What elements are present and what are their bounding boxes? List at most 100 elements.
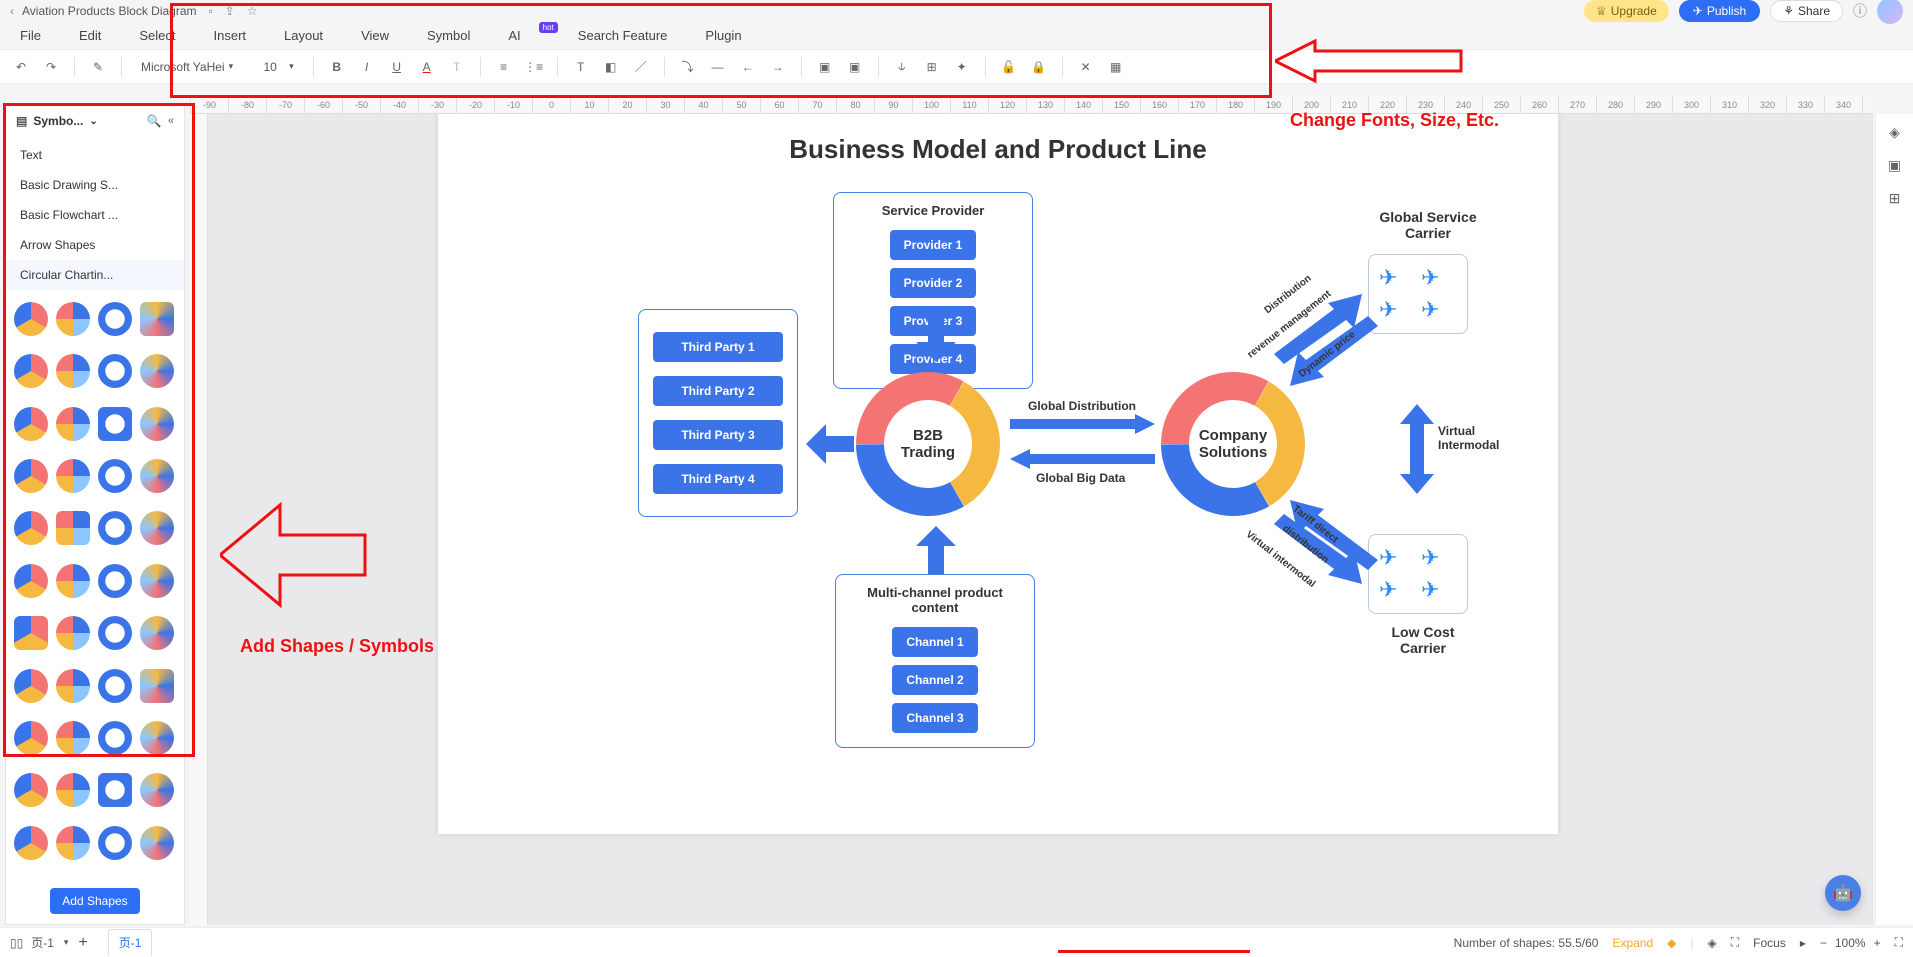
third-party-box[interactable]: Third Party 1 Third Party 2 Third Party … — [638, 309, 798, 517]
shape-thumb[interactable] — [140, 459, 174, 493]
shape-thumb[interactable] — [14, 407, 48, 441]
shape-thumb[interactable] — [98, 669, 132, 703]
multi-channel-box[interactable]: Multi-channel product content Channel 1 … — [835, 574, 1035, 748]
menu-view[interactable]: View — [361, 28, 389, 43]
lock-icon[interactable]: 🔒 — [1028, 56, 1050, 78]
palette-icon[interactable]: ◈ — [1889, 124, 1900, 141]
help-icon[interactable]: ⓘ — [1853, 1, 1867, 21]
shape-thumb[interactable] — [14, 354, 48, 388]
shape-thumb[interactable] — [56, 511, 90, 545]
shape-thumb[interactable] — [140, 407, 174, 441]
export-icon[interactable]: ⇪ — [225, 4, 235, 18]
connector-icon[interactable]: ⤵ — [677, 56, 699, 78]
shape-thumb[interactable] — [98, 826, 132, 860]
upgrade-button[interactable]: ♕Upgrade — [1584, 0, 1669, 22]
shape-thumb[interactable] — [14, 564, 48, 598]
menu-layout[interactable]: Layout — [284, 28, 323, 43]
menu-symbol[interactable]: Symbol — [427, 28, 470, 43]
fullscreen-icon[interactable]: ⛶ — [1895, 935, 1903, 950]
shape-thumb[interactable] — [56, 459, 90, 493]
company-ring[interactable]: Company Solutions — [1158, 369, 1308, 519]
shape-thumb[interactable] — [140, 354, 174, 388]
shape-thumb[interactable] — [140, 564, 174, 598]
grid-icon[interactable]: ⊞ — [1889, 190, 1901, 207]
cat-basic-flowchart[interactable]: Basic Flowchart ... — [6, 200, 184, 230]
effects-icon[interactable]: ✦ — [951, 56, 973, 78]
shape-thumb[interactable] — [98, 721, 132, 755]
font-color-icon[interactable]: A — [416, 56, 438, 78]
add-page-icon[interactable]: + — [78, 934, 87, 952]
clear-format-icon[interactable]: T — [446, 56, 468, 78]
global-carrier-box[interactable]: ✈✈ ✈✈ — [1368, 254, 1468, 334]
provider-chip[interactable]: Provider 1 — [890, 230, 977, 260]
font-select[interactable]: Microsoft YaHei▾ — [134, 57, 240, 77]
cat-text[interactable]: Text — [6, 140, 184, 170]
save-icon[interactable]: ▫ — [209, 4, 213, 18]
distribute-icon[interactable]: ⊞ — [921, 56, 943, 78]
search-icon[interactable]: 🔍 — [147, 114, 162, 128]
align-obj-icon[interactable]: ⫝ — [891, 56, 913, 78]
share-button[interactable]: ⚘Share — [1770, 0, 1843, 22]
menu-search-feature[interactable]: Search Feature — [578, 28, 668, 43]
italic-icon[interactable]: I — [356, 56, 378, 78]
shape-thumb[interactable] — [98, 564, 132, 598]
third-party-chip[interactable]: Third Party 4 — [653, 464, 783, 494]
cat-basic-drawing[interactable]: Basic Drawing S... — [6, 170, 184, 200]
back-icon[interactable]: ‹ — [10, 4, 14, 18]
unlock-icon[interactable]: 🔓 — [998, 56, 1020, 78]
page-tab[interactable]: 页-1 — [108, 929, 153, 956]
text-tool-icon[interactable]: T — [570, 56, 592, 78]
shape-thumb[interactable] — [140, 721, 174, 755]
avatar[interactable] — [1877, 0, 1903, 24]
menu-plugin[interactable]: Plugin — [705, 28, 741, 43]
format-painter-icon[interactable]: ✎ — [87, 56, 109, 78]
shape-thumb[interactable] — [56, 407, 90, 441]
shape-thumb[interactable] — [98, 302, 132, 336]
provider-chip[interactable]: Provider 2 — [890, 268, 977, 298]
library-icon[interactable]: ▤ — [16, 114, 27, 128]
shape-thumb[interactable] — [98, 773, 132, 807]
underline-icon[interactable]: U — [386, 56, 408, 78]
shape-thumb[interactable] — [14, 511, 48, 545]
shape-thumb[interactable] — [56, 669, 90, 703]
shape-thumb[interactable] — [140, 669, 174, 703]
shape-thumb[interactable] — [56, 773, 90, 807]
shape-thumb[interactable] — [14, 773, 48, 807]
collapse-icon[interactable]: « — [168, 115, 174, 127]
play-icon[interactable]: ▸ — [1800, 936, 1806, 950]
shape-thumb[interactable] — [56, 564, 90, 598]
fill-icon[interactable]: ◧ — [600, 56, 622, 78]
shape-thumb[interactable] — [56, 354, 90, 388]
redo-icon[interactable]: ↷ — [40, 56, 62, 78]
pages-icon[interactable]: ▯▯ — [10, 936, 23, 950]
image-icon[interactable]: ▣ — [814, 56, 836, 78]
preview-icon[interactable]: ▦ — [1105, 56, 1127, 78]
shape-thumb[interactable] — [140, 302, 174, 336]
menu-select[interactable]: Select — [139, 28, 175, 43]
shape-thumb[interactable] — [98, 407, 132, 441]
size-select[interactable]: 10▾ — [248, 57, 301, 77]
third-party-chip[interactable]: Third Party 1 — [653, 332, 783, 362]
channel-chip[interactable]: Channel 3 — [892, 703, 977, 733]
star-icon[interactable]: ☆ — [247, 4, 258, 18]
wrench-icon[interactable]: ✕ — [1075, 56, 1097, 78]
align-icon[interactable]: ≡ — [493, 56, 515, 78]
undo-icon[interactable]: ↶ — [10, 56, 32, 78]
publish-button[interactable]: ✈Publish — [1679, 0, 1760, 22]
bullets-icon[interactable]: ⋮≡ — [523, 56, 545, 78]
shape-thumb[interactable] — [98, 459, 132, 493]
canvas-page[interactable]: Business Model and Product Line Service … — [438, 114, 1558, 834]
shape-thumb[interactable] — [14, 721, 48, 755]
channel-chip[interactable]: Channel 2 — [892, 665, 977, 695]
menu-edit[interactable]: Edit — [79, 28, 101, 43]
arrow-start-icon[interactable]: ← — [737, 56, 759, 78]
shape-thumb[interactable] — [98, 354, 132, 388]
diamond-icon[interactable]: ◆ — [1667, 936, 1676, 950]
focus-label[interactable]: Focus — [1753, 936, 1786, 950]
image2-icon[interactable]: ▣ — [844, 56, 866, 78]
expand-link[interactable]: Expand — [1612, 936, 1653, 950]
shape-thumb[interactable] — [14, 616, 48, 650]
shape-thumb[interactable] — [56, 616, 90, 650]
line-style-icon[interactable]: — — [707, 56, 729, 78]
low-cost-carrier-box[interactable]: ✈✈ ✈✈ — [1368, 534, 1468, 614]
